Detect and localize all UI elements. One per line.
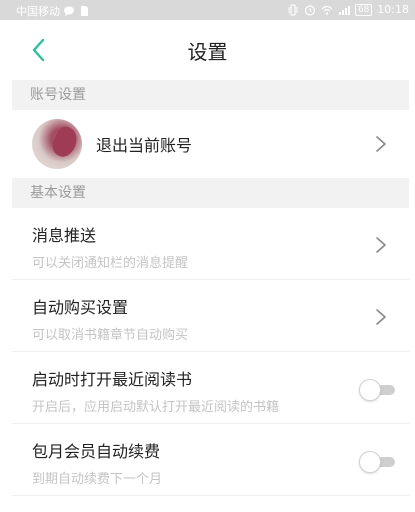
chevron-right-icon (375, 236, 387, 254)
open-recent-book-row: 启动时打开最近阅读书 开启后，应用启动默认打开最近阅读的书籍 (12, 354, 409, 424)
logout-label: 退出当前账号 (96, 136, 193, 155)
clock-time: 10:18 (377, 3, 409, 16)
avatar (32, 119, 82, 169)
logout-account-row[interactable]: 退出当前账号 (12, 110, 409, 178)
carrier-label: 中国移动 (16, 5, 60, 18)
vibrate-icon (287, 3, 299, 16)
row-subtitle: 可以关闭通知栏的消息提醒 (32, 256, 189, 271)
row-subtitle: 开启后，应用启动默认打开最近阅读的书籍 (32, 400, 280, 415)
row-title: 包月会员自动续费 (32, 442, 161, 461)
row-subtitle: 到期自动续费下一个月 (32, 472, 163, 487)
row-title: 自动购买设置 (32, 298, 129, 317)
auto-purchase-row[interactable]: 自动购买设置 可以取消书籍章节自动购买 (12, 282, 409, 352)
signal-icon (338, 4, 350, 16)
open-recent-book-toggle[interactable] (359, 379, 395, 401)
sim-icon (78, 5, 90, 17)
page-title: 设置 (187, 40, 228, 64)
section-header-basic: 基本设置 (12, 178, 409, 208)
alarm-icon (304, 4, 316, 16)
status-bar: 中国移动 68 10:18 (0, 0, 415, 20)
row-title: 消息推送 (32, 226, 97, 245)
battery-icon: 68 (354, 3, 373, 16)
section-header-account: 账号设置 (12, 80, 409, 110)
avatar-flower (48, 123, 82, 161)
toggle-knob (359, 379, 381, 401)
settings-screen: 中国移动 68 10:18 设置 账号设置 退出当前账号 基本设置 消息推送 可… (0, 0, 415, 512)
chat-bubble-icon (63, 5, 75, 17)
chevron-right-icon (375, 135, 387, 153)
row-title: 启动时打开最近阅读书 (32, 370, 193, 389)
row-subtitle: 可以取消书籍章节自动购买 (32, 328, 189, 343)
auto-renew-toggle[interactable] (359, 451, 395, 473)
toggle-knob (359, 451, 381, 473)
auto-renew-row: 包月会员自动续费 到期自动续费下一个月 (12, 426, 409, 496)
chevron-right-icon (375, 308, 387, 326)
header-bar: 设置 (0, 20, 415, 80)
wifi-icon (321, 4, 333, 16)
push-notification-row[interactable]: 消息推送 可以关闭通知栏的消息提醒 (12, 210, 409, 280)
